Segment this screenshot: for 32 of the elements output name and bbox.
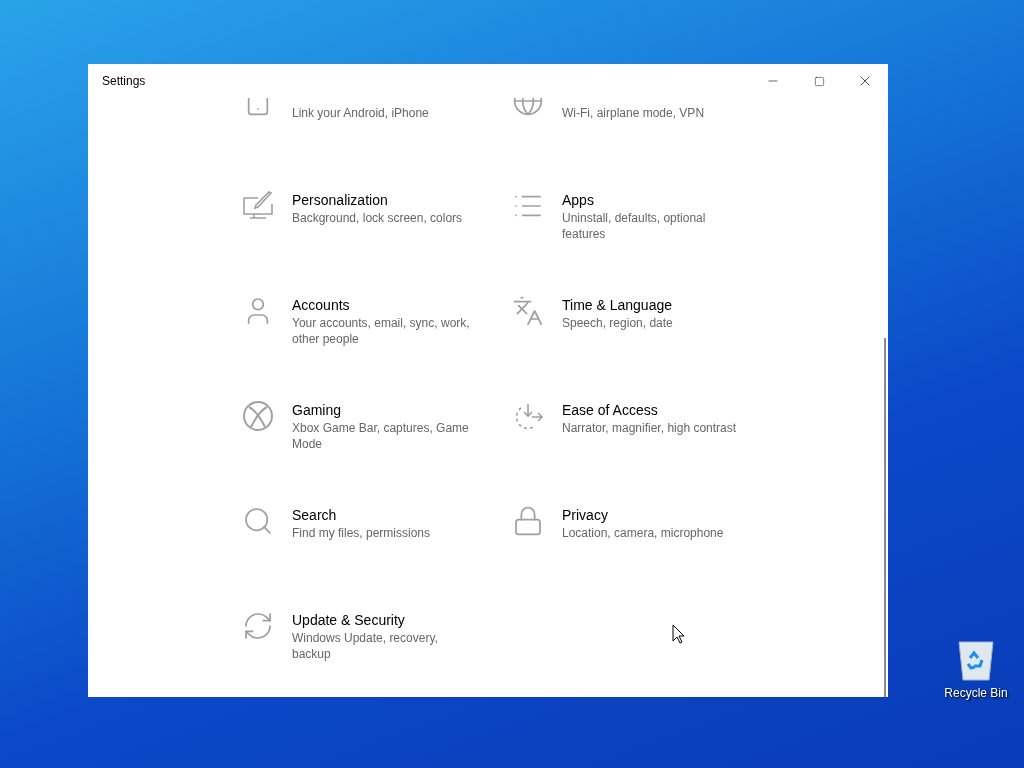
category-title[interactable]: Apps	[562, 190, 747, 210]
category-title[interactable]: Privacy	[562, 505, 747, 525]
category-description: Background, lock screen, colors	[292, 210, 464, 226]
recycle-bin-icon[interactable]	[956, 638, 996, 682]
category-title[interactable]: Time & Language	[562, 295, 747, 315]
desktop-icon-label[interactable]: Recycle Bin	[944, 686, 1008, 700]
xbox-icon	[242, 400, 274, 432]
category-description: Speech, region, date	[562, 315, 674, 331]
lock-icon	[512, 505, 544, 537]
scrollbar-thumb[interactable]	[884, 338, 886, 697]
category-title[interactable]: Accounts	[292, 295, 477, 315]
sync-icon	[242, 610, 274, 642]
category-description: Link your Android, iPhone	[292, 105, 430, 121]
search-icon	[242, 505, 274, 537]
monitor-brush-icon	[242, 190, 274, 222]
category-description: Your accounts, email, sync, work, other people	[292, 315, 471, 347]
maximize-icon	[813, 75, 825, 87]
category-title[interactable]: Search	[292, 505, 477, 525]
category-description: Find my files, permissions	[292, 525, 432, 541]
language-icon	[512, 295, 544, 327]
category-title[interactable]: Gaming	[292, 400, 477, 420]
category-title[interactable]: Ease of Access	[562, 400, 747, 420]
category-description: Wi-Fi, airplane mode, VPN	[562, 105, 706, 121]
category-title[interactable]: Update & Security	[292, 610, 477, 630]
category-description: Location, camera, microphone	[562, 525, 725, 541]
mouse-cursor-icon	[672, 624, 686, 644]
category-description: Xbox Game Bar, captures, Game Mode	[292, 420, 470, 452]
category-title[interactable]: Personalization	[292, 190, 477, 210]
category-description: Windows Update, recovery, backup	[292, 630, 439, 662]
category-description: Narrator, magnifier, high contrast	[562, 420, 738, 436]
window-title: Settings	[102, 74, 147, 88]
category-description: Uninstall, defaults, optional features	[562, 210, 707, 242]
